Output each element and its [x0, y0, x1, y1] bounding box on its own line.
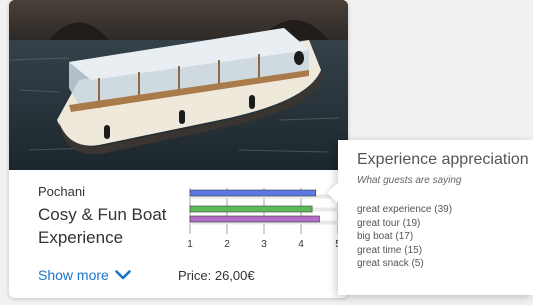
x-tick-label: 3 — [261, 239, 267, 250]
price-label: Price: 26,00€ — [178, 268, 255, 283]
rating-bar — [189, 189, 317, 197]
popover-subtitle: What guests are saying — [357, 175, 462, 186]
list-item: great snack (5) — [357, 258, 424, 269]
appreciation-list: great experience (39) great tour (19) bi… — [357, 203, 452, 271]
show-more-label: Show more — [38, 267, 109, 283]
x-tick-label: 4 — [298, 239, 304, 250]
chevron-down-icon — [115, 270, 131, 280]
appreciation-popover: Experience appreciation What guests are … — [327, 140, 533, 295]
show-more-button[interactable]: Show more — [38, 267, 131, 283]
operator-name: Pochani — [38, 184, 85, 199]
list-item: great tour (19) — [357, 217, 421, 229]
list-item: great experience (39) — [357, 204, 453, 215]
rating-bar — [189, 205, 313, 213]
boat-photo[interactable] — [9, 0, 348, 170]
listing-card[interactable]: Pochani Cosy & Fun Boat Experience 12345… — [9, 0, 348, 298]
list-item: big boat (17) — [357, 231, 414, 242]
list-item: great time (15) — [357, 244, 423, 256]
x-tick-label: 2 — [224, 239, 230, 250]
ratings-chart: 12345 — [174, 186, 344, 252]
rating-bar — [189, 215, 320, 223]
popover-title: Experience appreciation — [357, 151, 529, 168]
x-tick-label: 1 — [187, 239, 193, 250]
listing-title[interactable]: Cosy & Fun Boat Experience — [38, 203, 188, 249]
